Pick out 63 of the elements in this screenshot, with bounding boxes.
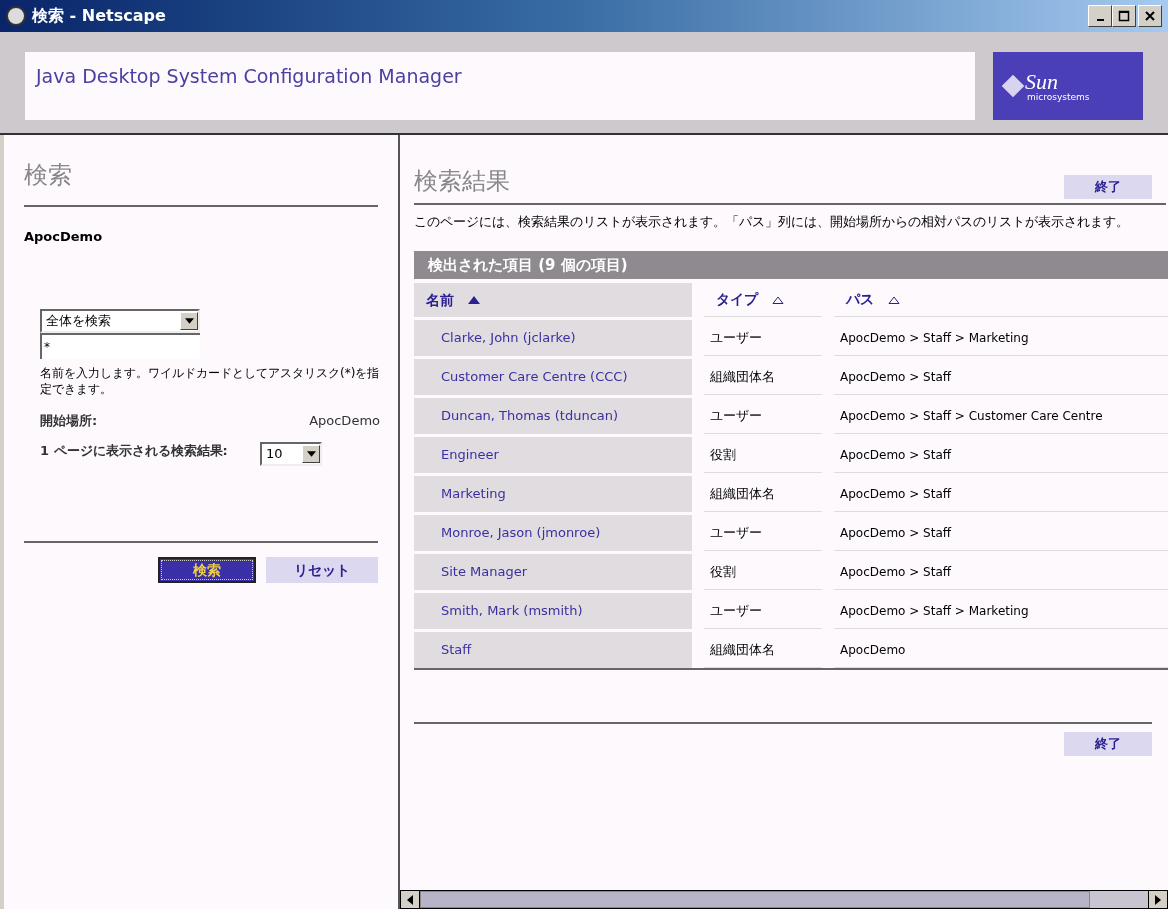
logo-text: Sun xyxy=(1025,70,1058,93)
table-cell: ユーザー xyxy=(704,593,822,629)
table-cell: ユーザー xyxy=(704,320,822,356)
close-button[interactable]: 終了 xyxy=(1064,732,1152,756)
name-link[interactable]: Engineer xyxy=(441,445,499,465)
page-size-label: 1 ページに表示される検索結果: xyxy=(40,442,229,460)
start-value: ApocDemo xyxy=(309,411,380,430)
right-arrow-icon xyxy=(1155,894,1161,905)
window-title: 検索 - Netscape xyxy=(32,5,166,27)
close-icon xyxy=(1144,10,1156,22)
sort-icon[interactable] xyxy=(772,295,784,304)
table-cell: ApocDemo > Staff > Marketing xyxy=(834,593,1168,629)
table-cell: 組織団体名 xyxy=(704,476,822,512)
start-label: 開始場所: xyxy=(40,411,99,430)
table-cell: ApocDemo > Staff > Marketing xyxy=(834,320,1168,356)
app-title: Java Desktop System Configuration Manager xyxy=(36,65,462,87)
name-link[interactable]: Marketing xyxy=(441,484,506,504)
page-size-dropdown[interactable]: 10 xyxy=(260,442,322,466)
close-button[interactable] xyxy=(1138,5,1162,27)
close-button[interactable]: 終了 xyxy=(1064,175,1152,199)
sort-icon[interactable] xyxy=(888,295,900,304)
panel-title: 検索結果 xyxy=(414,166,511,197)
context-label: ApocDemo xyxy=(24,228,104,246)
maximize-icon xyxy=(1118,10,1130,22)
table-cell: ApocDemo > Staff xyxy=(834,515,1168,551)
table-cell: 組織団体名 xyxy=(704,359,822,395)
reset-button[interactable]: リセット xyxy=(266,557,378,583)
left-arrow-icon xyxy=(407,894,413,905)
minimize-button[interactable] xyxy=(1088,5,1112,27)
table-cell: ApocDemo > Staff xyxy=(834,476,1168,512)
table-cell: ユーザー xyxy=(704,398,822,434)
help-text: 名前を入力します。ワイルドカードとしてアスタリスク(*)を指定できます。 xyxy=(40,364,380,397)
search-button[interactable]: 検索 xyxy=(158,557,256,583)
caret-icon xyxy=(302,445,320,463)
scroll-left-button[interactable] xyxy=(401,891,419,908)
column-header[interactable]: 名前 xyxy=(414,283,692,317)
table-cell: ApocDemo > Staff xyxy=(834,437,1168,473)
name-input-field[interactable]: * xyxy=(40,332,200,359)
table-cell: 役割 xyxy=(704,437,822,473)
sort-ascending-icon[interactable] xyxy=(468,296,480,304)
table-cell: 組織団体名 xyxy=(704,632,822,668)
minimize-icon xyxy=(1096,19,1104,21)
caret-icon xyxy=(180,311,198,330)
table-cell: ApocDemo xyxy=(834,632,1168,668)
name-link[interactable]: Site Manager xyxy=(441,562,528,582)
column-header[interactable]: タイプ xyxy=(704,283,822,317)
maximize-button[interactable] xyxy=(1112,5,1136,27)
column-header[interactable]: パス xyxy=(834,283,1168,317)
app-icon xyxy=(6,6,26,26)
table-cell: ユーザー xyxy=(704,515,822,551)
scroll-thumb[interactable] xyxy=(420,891,1090,908)
table-cell: ApocDemo > Staff xyxy=(834,554,1168,590)
name-link[interactable]: Staff xyxy=(441,640,472,660)
table-cell: 役割 xyxy=(704,554,822,590)
table-cell: ApocDemo > Staff xyxy=(834,359,1168,395)
scope-dropdown[interactable]: 全体を検索 xyxy=(40,308,200,333)
table-cell: ApocDemo > Staff > Customer Care Centre xyxy=(834,398,1168,434)
horizontal-scrollbar[interactable] xyxy=(400,890,1168,909)
table-title: 検出された項目 (9 個の項目) xyxy=(414,251,1168,279)
description-text: このページには、検索結果のリストが表示されます。「パス」列には、開始場所からの相対パスのリストが表示されます。 xyxy=(414,213,1130,231)
scroll-right-button[interactable] xyxy=(1149,891,1167,908)
panel-title: 検索 xyxy=(24,160,73,191)
logo-subtext: microsystems xyxy=(1027,92,1090,102)
